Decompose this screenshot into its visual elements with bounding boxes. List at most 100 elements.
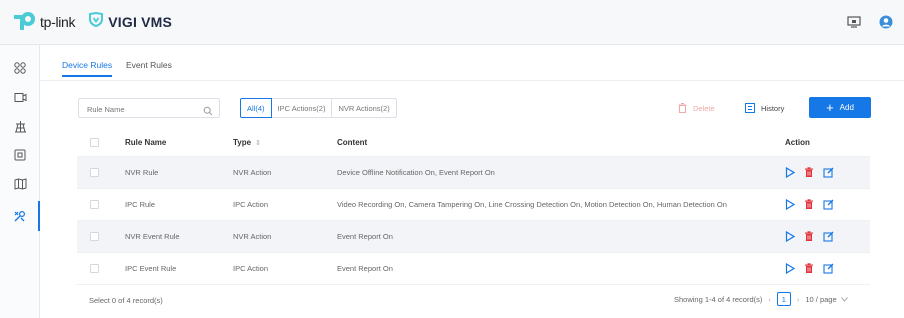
settings-tools-icon: [14, 210, 25, 221]
row-checkbox[interactable]: [89, 232, 99, 241]
table-row: NVR Event Rule NVR Action Event Report O…: [77, 221, 870, 253]
chevron-right-icon[interactable]: ›: [797, 295, 800, 304]
delete-icon[interactable]: [804, 199, 814, 210]
tab-bar: Device Rules Event Rules: [40, 45, 904, 81]
sort-icon[interactable]: ⇕: [255, 140, 261, 147]
header-content: Content: [337, 138, 368, 147]
vigi-shield-icon: [89, 11, 104, 32]
play-icon[interactable]: [785, 263, 795, 274]
table-row: IPC Rule IPC Action Video Recording On, …: [77, 189, 870, 221]
filter-all[interactable]: All(4): [240, 98, 272, 118]
tower-icon: [14, 120, 26, 132]
history-icon: [745, 103, 755, 113]
sidebar-item-storage[interactable]: [0, 140, 40, 170]
header-type-label: Type: [233, 138, 252, 147]
rule-content: Video Recording On, Camera Tampering On,…: [337, 200, 727, 209]
history-label: History: [761, 103, 785, 113]
page-size-value: 10 / page: [805, 294, 837, 304]
select-all-checkbox[interactable]: [89, 138, 99, 147]
brand-name: tp-link: [40, 14, 76, 30]
delete-label: Delete: [693, 103, 715, 113]
play-icon[interactable]: [785, 167, 795, 178]
add-button[interactable]: + Add: [809, 97, 871, 118]
chevron-left-icon[interactable]: ‹: [768, 295, 771, 304]
search-box: [78, 98, 220, 121]
grid-icon: [14, 62, 26, 74]
map-icon: [14, 178, 26, 190]
delete-button[interactable]: Delete: [678, 98, 715, 118]
app-window: tp-link VIGI VMS Device Rules Event Rule…: [0, 0, 904, 318]
screen-icon[interactable]: [844, 12, 864, 32]
tp-link-logo: tp-link: [12, 11, 76, 33]
row-check-cell: [77, 264, 99, 273]
table-header: Rule Name Type ⇕ Content Action: [77, 129, 870, 157]
rule-type: NVR Action: [233, 168, 272, 177]
main-panel: Device Rules Event Rules All(4) IPC Acti…: [40, 45, 904, 318]
header-type[interactable]: Type ⇕: [233, 138, 337, 147]
rule-name: NVR Event Rule: [125, 232, 180, 241]
rule-content: Event Report On: [337, 232, 393, 241]
history-button[interactable]: History: [745, 98, 784, 118]
rule-type: IPC Action: [233, 200, 269, 209]
row-check-cell: [77, 168, 99, 177]
rule-name: IPC Event Rule: [125, 264, 177, 273]
row-checkbox[interactable]: [89, 200, 99, 209]
filter-nvr-actions[interactable]: NVR Actions(2): [331, 98, 397, 118]
row-actions: [757, 199, 857, 210]
tab-device-rules[interactable]: Device Rules: [62, 60, 113, 77]
product-name: VIGI VMS: [108, 14, 173, 30]
rule-name: IPC Rule: [125, 200, 156, 209]
header-action: Action: [785, 138, 810, 147]
vigi-logo: VIGI VMS: [89, 11, 173, 32]
sidebar-item-surveillance[interactable]: [0, 111, 40, 141]
delete-icon[interactable]: [804, 167, 814, 178]
rule-name: NVR Rule: [125, 168, 159, 177]
sidebar: [0, 45, 40, 318]
page-size-select[interactable]: 10 / page: [805, 294, 848, 304]
search-input[interactable]: [79, 100, 194, 119]
delete-icon[interactable]: [804, 263, 814, 274]
edit-icon[interactable]: [823, 263, 834, 274]
plus-icon: +: [826, 100, 834, 115]
sidebar-item-settings[interactable]: [0, 201, 40, 231]
rule-content: Event Report On: [337, 264, 393, 273]
chevron-down-icon: [840, 296, 848, 302]
sidebar-item-dashboard[interactable]: [0, 53, 40, 83]
page-number[interactable]: 1: [776, 292, 791, 306]
add-label: Add: [839, 103, 854, 112]
tab-event-rules[interactable]: Event Rules: [126, 60, 172, 70]
play-icon[interactable]: [785, 199, 795, 210]
rules-table: Rule Name Type ⇕ Content Action NVR Rule …: [77, 129, 870, 285]
row-actions: [757, 231, 857, 242]
row-check-cell: [77, 200, 99, 209]
edit-icon[interactable]: [823, 199, 834, 210]
action-filter: All(4) IPC Actions(2) NVR Actions(2): [240, 98, 397, 118]
row-actions: [757, 167, 857, 178]
table-row: NVR Rule NVR Action Device Offline Notif…: [77, 157, 870, 189]
row-checkbox[interactable]: [89, 168, 99, 177]
edit-icon[interactable]: [823, 231, 834, 242]
search-icon[interactable]: [203, 103, 213, 121]
selection-count: Select 0 of 4 record(s): [89, 296, 163, 305]
rule-content: Device Offline Notification On, Event Re…: [337, 168, 495, 177]
sidebar-item-devices[interactable]: [0, 82, 40, 112]
tp-link-logo-icon: [12, 11, 38, 33]
delete-icon[interactable]: [804, 231, 814, 242]
row-actions: [757, 263, 857, 274]
trash-icon: [678, 103, 687, 113]
rule-type: NVR Action: [233, 232, 272, 241]
rule-type: IPC Action: [233, 264, 269, 273]
header-rule-name: Rule Name: [125, 138, 167, 147]
user-icon[interactable]: [876, 12, 896, 32]
edit-icon[interactable]: [823, 167, 834, 178]
filter-ipc-actions[interactable]: IPC Actions(2): [270, 98, 333, 118]
select-all-cell: [77, 138, 99, 147]
sidebar-item-map[interactable]: [0, 169, 40, 199]
camera-icon: [14, 92, 26, 102]
storage-icon: [14, 149, 26, 161]
table-row: IPC Event Rule IPC Action Event Report O…: [77, 253, 870, 285]
play-icon[interactable]: [785, 231, 795, 242]
top-bar-actions: [844, 12, 896, 32]
row-checkbox[interactable]: [89, 264, 99, 273]
row-check-cell: [77, 232, 99, 241]
